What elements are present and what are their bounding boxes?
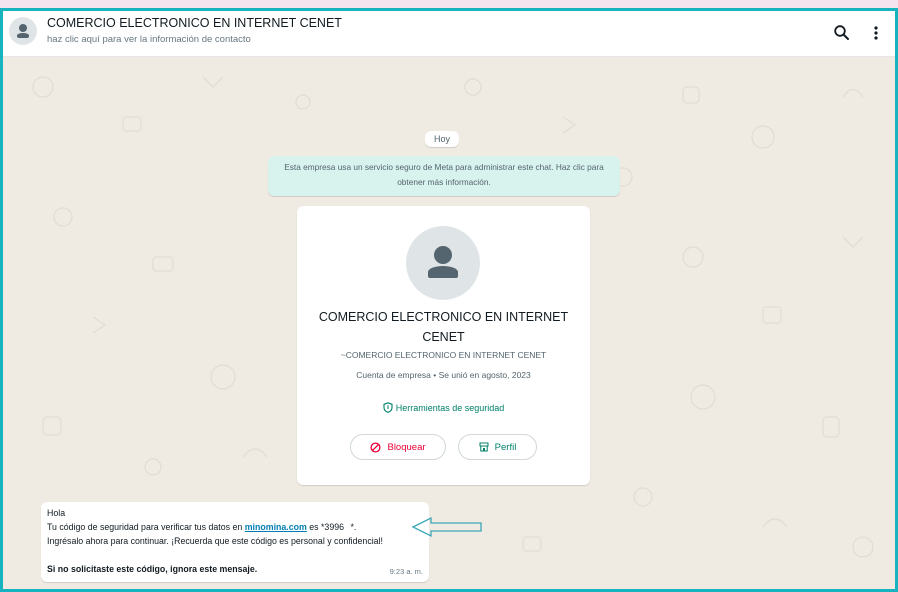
app-window: COMERCIO ELECTRONICO EN INTERNET CENET h…	[0, 8, 898, 592]
kebab-menu-icon[interactable]	[871, 24, 881, 42]
account-info: Cuenta de empresa • Se unió en agosto, 2…	[356, 370, 531, 380]
contact-avatar[interactable]	[9, 17, 37, 45]
contact-name[interactable]: COMERCIO ELECTRONICO EN INTERNET CENET	[47, 16, 342, 30]
contact-info-hint[interactable]: haz clic aquí para ver la información de…	[47, 34, 251, 45]
annotation-arrow	[411, 516, 482, 538]
profile-button[interactable]: Perfil	[458, 434, 537, 460]
profile-name: COMERCIO ELECTRONICO EN INTERNET CENET	[318, 310, 569, 344]
message-code-suffix: *.	[350, 522, 357, 532]
shield-icon	[383, 402, 393, 413]
message-code: es *3996	[309, 522, 344, 532]
person-icon	[406, 226, 480, 300]
chat-area[interactable]: Hoy Esta empresa usa un servicio seguro …	[3, 57, 895, 589]
date-chip: Hoy	[425, 131, 460, 147]
incoming-message[interactable]: Hola Tu código de seguridad para verific…	[41, 502, 429, 582]
business-encryption-notice[interactable]: Esta empresa usa un servicio seguro de M…	[268, 156, 620, 196]
message-warning: Si no solicitaste este código, ignora es…	[47, 564, 258, 574]
search-icon[interactable]	[833, 24, 851, 42]
block-button[interactable]: Bloquear	[350, 434, 446, 460]
message-code-line: Tu código de seguridad para verificar tu…	[47, 520, 423, 534]
message-greeting: Hola	[47, 508, 66, 518]
storefront-icon	[479, 442, 489, 452]
message-line1-prefix: Tu código de seguridad para verificar tu…	[47, 522, 243, 532]
block-label: Bloquear	[387, 441, 426, 453]
contact-profile-card: COMERCIO ELECTRONICO EN INTERNET CENET ~…	[297, 206, 590, 485]
person-icon	[9, 17, 37, 45]
profile-avatar	[406, 226, 480, 300]
message-instruction: Ingrésalo ahora para continuar. ¡Recuerd…	[47, 536, 383, 546]
chat-header[interactable]: COMERCIO ELECTRONICO EN INTERNET CENET h…	[3, 11, 895, 57]
message-link[interactable]: minomina.com	[245, 522, 307, 532]
security-tools-link[interactable]: Herramientas de seguridad	[297, 402, 590, 413]
security-tools-label: Herramientas de seguridad	[395, 403, 505, 413]
profile-label: Perfil	[494, 441, 517, 453]
block-icon	[370, 441, 382, 453]
profile-handle: ~COMERCIO ELECTRONICO EN INTERNET CENET	[340, 350, 547, 360]
message-time: 9:23 a. m.	[389, 567, 423, 576]
